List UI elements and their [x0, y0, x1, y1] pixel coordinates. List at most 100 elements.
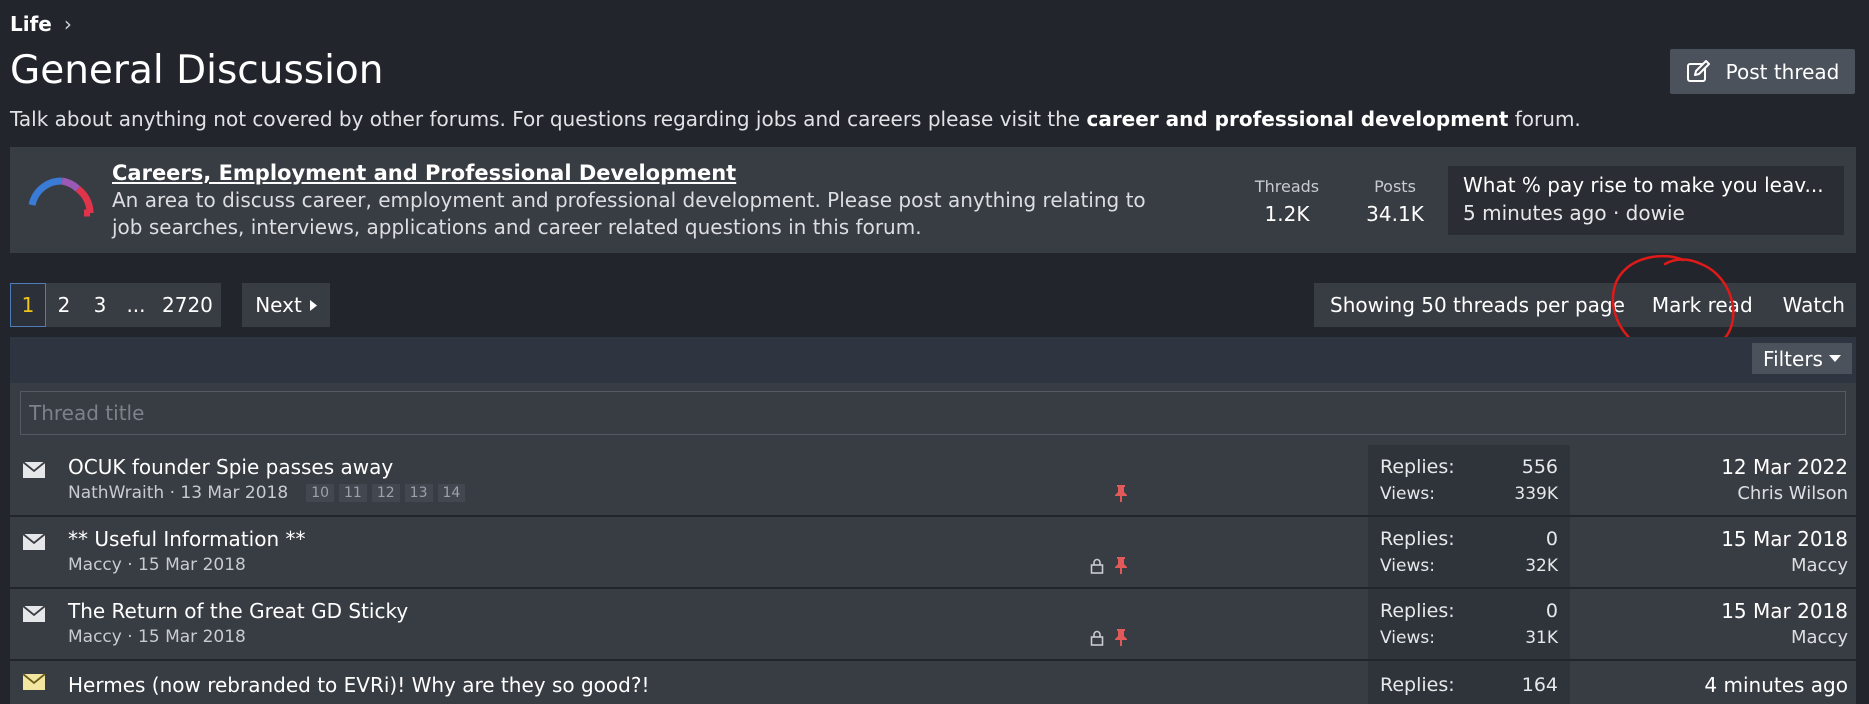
views-value: 32K — [1525, 556, 1558, 576]
thread-title-input[interactable] — [20, 391, 1846, 435]
views-value: 339K — [1514, 484, 1558, 504]
pagination: 1 2 3 ... 2720 — [10, 283, 221, 327]
caret-down-icon — [1828, 355, 1841, 362]
thread-row: OCUK founder Spie passes away NathWraith… — [10, 445, 1856, 515]
thread-author-date: Maccy · 15 Mar 2018 — [68, 627, 246, 647]
post-thread-label: Post thread — [1725, 59, 1840, 84]
thread-stats: Replies: 0 Views: 31K — [1368, 589, 1570, 659]
replies-label: Replies: — [1380, 528, 1455, 550]
envelope-icon — [22, 605, 46, 622]
thread-last-post: 4 minutes ago — [1704, 673, 1848, 697]
pin-icon — [1115, 485, 1127, 502]
thread-page-link[interactable]: 13 — [404, 484, 433, 502]
thread-row: ** Useful Information ** Maccy · 15 Mar … — [10, 517, 1856, 587]
subforum-description: An area to discuss career, employment an… — [112, 188, 1146, 239]
latest-thread-link[interactable]: What % pay rise to make you leav... — [1463, 173, 1829, 197]
thread-stats: Replies: 556 Views: 339K — [1368, 445, 1570, 515]
last-post-date[interactable]: 15 Mar 2018 — [1721, 599, 1848, 623]
thread-title-link[interactable]: The Return of the Great GD Sticky — [68, 599, 408, 623]
breadcrumb: Life › — [10, 12, 72, 36]
posts-label: Posts — [1374, 177, 1416, 196]
next-label: Next — [255, 293, 302, 317]
lock-icon — [1090, 630, 1104, 646]
replies-label: Replies: — [1380, 600, 1455, 622]
replies-label: Replies: — [1380, 456, 1455, 478]
last-post-date[interactable]: 15 Mar 2018 — [1721, 527, 1848, 551]
thread-meta: Maccy · 15 Mar 2018 — [68, 627, 246, 647]
thread-page-link[interactable]: 10 — [306, 484, 335, 502]
thread-status-icons — [1114, 485, 1128, 502]
posts-stat: Posts 34.1K — [1350, 177, 1440, 226]
chevron-right-icon: › — [63, 12, 72, 36]
thread-page-link[interactable]: 11 — [339, 484, 367, 502]
thread-stats: Replies: 164 — [1368, 661, 1570, 704]
latest-meta: 5 minutes ago · dowie — [1463, 201, 1685, 225]
thread-page-jump: 10 11 12 13 14 — [306, 484, 466, 502]
envelope-icon — [22, 533, 46, 550]
pin-icon — [1115, 629, 1127, 646]
thread-status-icons — [1090, 629, 1128, 646]
thread-page-link[interactable]: 12 — [371, 484, 400, 502]
last-post-date[interactable]: 12 Mar 2022 — [1721, 455, 1848, 479]
lock-icon — [1090, 558, 1104, 574]
description-text: Talk about anything not covered by other… — [10, 107, 1087, 131]
views-label: Views: — [1380, 556, 1435, 576]
mark-read-button[interactable]: Mark read — [1637, 293, 1768, 317]
thread-meta: NathWraith · 13 Mar 2018 10 11 12 13 14 — [68, 483, 466, 503]
thread-title-link[interactable]: ** Useful Information ** — [68, 527, 305, 551]
description-text-end: forum. — [1508, 107, 1581, 131]
replies-value: 0 — [1545, 600, 1558, 622]
page-link-last[interactable]: 2720 — [154, 283, 221, 327]
page-ellipsis[interactable]: ... — [118, 283, 154, 327]
gauge-icon — [28, 177, 94, 217]
career-link[interactable]: career and professional development — [1086, 107, 1508, 131]
last-post-user[interactable]: Maccy — [1721, 555, 1848, 576]
thread-status-icons — [1090, 557, 1128, 574]
thread-last-post: 15 Mar 2018 Maccy — [1721, 599, 1848, 648]
page-title: General Discussion — [10, 48, 384, 93]
page-link[interactable]: 3 — [82, 283, 118, 327]
last-post-date[interactable]: 4 minutes ago — [1704, 673, 1848, 697]
thread-list-actions: Showing 50 threads per page Mark read Wa… — [1314, 283, 1856, 327]
posts-value: 34.1K — [1366, 202, 1424, 226]
replies-label: Replies: — [1380, 674, 1455, 696]
page-description: Talk about anything not covered by other… — [10, 107, 1581, 131]
replies-value: 0 — [1545, 528, 1558, 550]
envelope-icon — [22, 461, 46, 478]
thread-last-post: 15 Mar 2018 Maccy — [1721, 527, 1848, 576]
thread-author-date: Maccy · 15 Mar 2018 — [68, 555, 246, 575]
next-page-button[interactable]: Next — [242, 283, 330, 327]
threads-label: Threads — [1254, 177, 1320, 196]
filter-bar — [10, 337, 1856, 383]
latest-post: What % pay rise to make you leav... 5 mi… — [1448, 166, 1844, 235]
page-link-current[interactable]: 1 — [10, 283, 46, 327]
last-post-user[interactable]: Maccy — [1721, 627, 1848, 648]
post-thread-button[interactable]: Post thread — [1670, 49, 1855, 94]
page-link[interactable]: 2 — [46, 283, 82, 327]
breadcrumb-item-life[interactable]: Life — [10, 12, 52, 36]
replies-value: 556 — [1521, 456, 1558, 478]
replies-value: 164 — [1521, 674, 1558, 696]
caret-right-icon — [309, 299, 317, 311]
thread-row: Hermes (now rebranded to EVRi)! Why are … — [10, 661, 1856, 704]
thread-meta: Maccy · 15 Mar 2018 — [68, 555, 246, 575]
thread-title-link[interactable]: Hermes (now rebranded to EVRi)! Why are … — [68, 673, 649, 697]
subforum-node: Careers, Employment and Professional Dev… — [10, 147, 1856, 253]
thread-title-link[interactable]: OCUK founder Spie passes away — [68, 455, 393, 479]
thread-page-link[interactable]: 14 — [437, 484, 466, 502]
envelope-unread-icon — [22, 673, 46, 690]
views-label: Views: — [1380, 628, 1435, 648]
views-value: 31K — [1525, 628, 1558, 648]
filters-button[interactable]: Filters — [1752, 343, 1852, 374]
views-label: Views: — [1380, 484, 1435, 504]
thread-last-post: 12 Mar 2022 Chris Wilson — [1721, 455, 1848, 504]
subforum-title[interactable]: Careers, Employment and Professional Dev… — [112, 161, 736, 185]
thread-row: The Return of the Great GD Sticky Maccy … — [10, 589, 1856, 659]
watch-button[interactable]: Watch — [1768, 293, 1860, 317]
threads-per-page-button[interactable]: Showing 50 threads per page — [1314, 293, 1637, 317]
last-post-user[interactable]: Chris Wilson — [1721, 483, 1848, 504]
thread-author-date: NathWraith · 13 Mar 2018 — [68, 483, 289, 503]
threads-value: 1.2K — [1264, 202, 1310, 226]
thread-stats: Replies: 0 Views: 32K — [1368, 517, 1570, 587]
pin-icon — [1115, 557, 1127, 574]
